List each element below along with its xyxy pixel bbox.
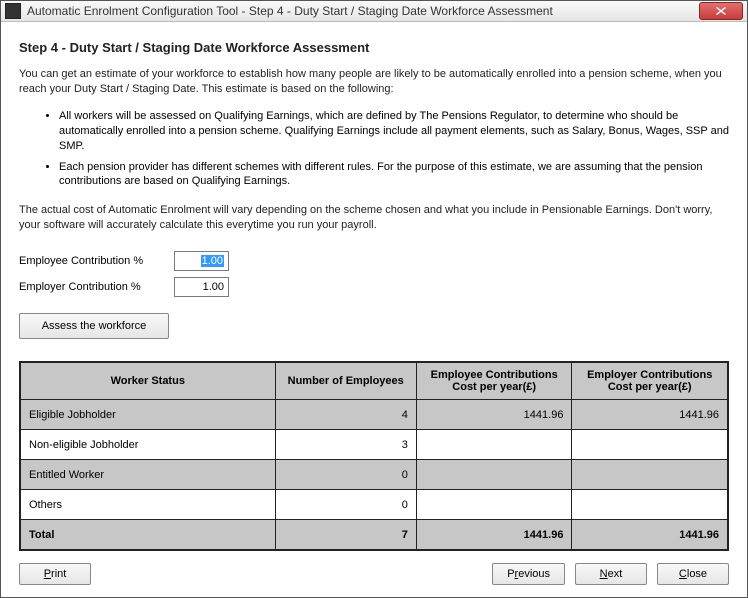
- employer-contribution-input[interactable]: [174, 277, 229, 297]
- cell-employer-cost: [572, 490, 728, 520]
- cell-status: Non-eligible Jobholder: [21, 430, 276, 460]
- employer-contribution-label: Employer Contribution %: [19, 281, 174, 293]
- cell-employer-cost: [572, 430, 728, 460]
- window-close-button[interactable]: [699, 2, 743, 20]
- employee-contribution-input[interactable]: 1.00: [174, 251, 229, 271]
- cell-employer-cost: [572, 460, 728, 490]
- assess-workforce-button[interactable]: Assess the workforce: [19, 313, 169, 339]
- cell-status: Others: [21, 490, 276, 520]
- next-button[interactable]: Next: [575, 563, 647, 585]
- employer-contribution-row: Employer Contribution %: [19, 277, 729, 297]
- employee-contribution-label: Employee Contribution %: [19, 255, 174, 267]
- note-text: The actual cost of Automatic Enrolment w…: [19, 203, 729, 233]
- window-title: Automatic Enrolment Configuration Tool -…: [27, 4, 699, 18]
- col-header-employer-cost: Employer Contributions Cost per year(£): [572, 363, 728, 400]
- table-row: Others 0: [21, 490, 728, 520]
- assessment-table: Worker Status Number of Employees Employ…: [19, 361, 729, 551]
- print-button[interactable]: Print: [19, 563, 91, 585]
- col-header-employee-cost: Employee Contributions Cost per year(£): [416, 363, 572, 400]
- table-row: Non-eligible Jobholder 3: [21, 430, 728, 460]
- content-area: Step 4 - Duty Start / Staging Date Workf…: [1, 22, 747, 597]
- cell-employee-cost: 1441.96: [416, 400, 572, 430]
- titlebar: Automatic Enrolment Configuration Tool -…: [1, 1, 747, 22]
- bullet-item: Each pension provider has different sche…: [59, 160, 729, 190]
- cell-count: 0: [275, 460, 416, 490]
- cell-employee-cost: [416, 460, 572, 490]
- cell-status: Eligible Jobholder: [21, 400, 276, 430]
- col-header-status: Worker Status: [21, 363, 276, 400]
- cell-count: 3: [275, 430, 416, 460]
- total-row: Total 7 1441.96 1441.96: [21, 520, 728, 550]
- app-icon: [5, 3, 21, 19]
- cell-employee-cost: [416, 430, 572, 460]
- col-header-count: Number of Employees: [275, 363, 416, 400]
- cell-total-label: Total: [21, 520, 276, 550]
- table-row: Entitled Worker 0: [21, 460, 728, 490]
- employee-contribution-row: Employee Contribution % 1.00: [19, 251, 729, 271]
- cell-total-employer-cost: 1441.96: [572, 520, 728, 550]
- footer-buttons: Print Previous Next Close: [19, 551, 729, 585]
- bullet-item: All workers will be assessed on Qualifyi…: [59, 109, 729, 154]
- dialog-window: Automatic Enrolment Configuration Tool -…: [0, 0, 748, 598]
- bullet-list: All workers will be assessed on Qualifyi…: [59, 109, 729, 195]
- step-heading: Step 4 - Duty Start / Staging Date Workf…: [19, 40, 729, 55]
- intro-text: You can get an estimate of your workforc…: [19, 67, 729, 97]
- cell-count: 0: [275, 490, 416, 520]
- cell-total-count: 7: [275, 520, 416, 550]
- cell-count: 4: [275, 400, 416, 430]
- cell-status: Entitled Worker: [21, 460, 276, 490]
- table-row: Eligible Jobholder 4 1441.96 1441.96: [21, 400, 728, 430]
- close-icon: [716, 7, 726, 15]
- cell-employee-cost: [416, 490, 572, 520]
- cell-employer-cost: 1441.96: [572, 400, 728, 430]
- cell-total-employee-cost: 1441.96: [416, 520, 572, 550]
- close-button[interactable]: Close: [657, 563, 729, 585]
- previous-button[interactable]: Previous: [492, 563, 565, 585]
